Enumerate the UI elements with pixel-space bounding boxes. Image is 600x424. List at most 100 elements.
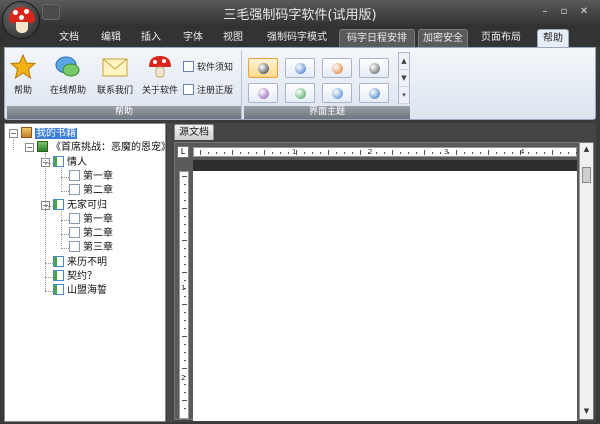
tab-6[interactable]: 强制码字模式: [256, 29, 338, 47]
ribbon-panel: 帮助 在线帮助 联系我们 关于软件 软件须知 注册正版 帮助 ▲ ▼ ▾ 界面主题: [4, 47, 596, 120]
minimize-button[interactable]: –: [537, 6, 553, 18]
tree-node-label: 第二章: [83, 228, 113, 240]
help-button-4[interactable]: 关于软件: [139, 54, 181, 96]
theme-swatch-4[interactable]: [359, 58, 389, 78]
help-button-2[interactable]: 在线帮助: [45, 54, 91, 96]
tree-chapter[interactable]: 第二章: [69, 184, 113, 198]
chat-bubble-icon: [55, 54, 81, 80]
theme-group: ▲ ▼ ▾ 界面主题: [244, 50, 410, 119]
scroll-down-icon: ▼: [399, 70, 409, 87]
register-icon: [183, 84, 194, 95]
gallery-expand-icon: ▾: [399, 87, 409, 104]
tree-node-label: 来历不明: [67, 256, 107, 268]
mushroom-logo-icon: [9, 7, 35, 23]
mushroom-icon: [147, 54, 173, 80]
tree-part-4[interactable]: 契约？: [53, 270, 97, 284]
theme-orb-icon: [332, 63, 343, 74]
ribbon-tab-bar: 文档 编辑 插入 字体 视图 强制码字模式 码字日程安排 加密安全 页面布局 帮助: [0, 28, 600, 47]
collapse-toggle-icon[interactable]: −: [9, 129, 18, 138]
ruler-number: 4: [520, 148, 525, 156]
window-title: 三毛强制码字软件(试用版): [223, 8, 377, 23]
help-group: 帮助 在线帮助 联系我们 关于软件 软件须知 注册正版 帮助: [7, 50, 242, 119]
editor-pane: 源文档 L 1234 12 ▲ ▼: [172, 123, 596, 422]
register-button[interactable]: 注册正版: [183, 83, 233, 99]
theme-swatch-8[interactable]: [359, 83, 389, 103]
help-button-3[interactable]: 联系我们: [93, 54, 137, 96]
scroll-up-arrow-icon[interactable]: ▲: [582, 145, 591, 153]
help-button-label: 关于软件: [141, 86, 178, 96]
theme-orb-icon: [369, 88, 380, 99]
workspace: − 我的书籍 − 《首席挑战：恶魔的恩宠》 − 情人 第一章 第二章 − 无家可归 第一章 第二章 第三…: [4, 121, 596, 424]
notice-icon: [183, 61, 194, 72]
tree-book[interactable]: 《首席挑战：恶魔的恩宠》: [37, 141, 166, 155]
vertical-ruler[interactable]: 12: [179, 171, 189, 419]
theme-swatch-1[interactable]: [248, 58, 278, 78]
theme-swatch-3[interactable]: [322, 58, 352, 78]
ruler-number: 2: [368, 148, 373, 156]
ruler-number: 1: [292, 148, 297, 156]
document-icon: [69, 184, 80, 196]
book-tree[interactable]: − 我的书籍 − 《首席挑战：恶魔的恩宠》 − 情人 第一章 第二章 − 无家可归 第一章 第二章 第三…: [4, 123, 166, 422]
tree-node-label: 无家可归: [67, 199, 107, 211]
theme-swatch-6[interactable]: [285, 83, 315, 103]
theme-swatch-7[interactable]: [322, 83, 352, 103]
tree-part-3[interactable]: 来历不明: [53, 255, 107, 270]
scroll-down-arrow-icon[interactable]: ▼: [582, 407, 591, 415]
tree-node-label: 《首席挑战：恶魔的恩宠》: [51, 142, 166, 154]
tab-7[interactable]: 码字日程安排: [339, 29, 415, 47]
theme-orb-icon: [369, 63, 380, 74]
document-page[interactable]: [193, 171, 577, 421]
ruler-number: 2: [181, 374, 186, 382]
tab-8[interactable]: 加密安全: [418, 29, 468, 47]
document-area: L 1234 12 ▲ ▼: [174, 142, 594, 421]
app-menu-button[interactable]: [2, 1, 40, 39]
tree-node-label: 第一章: [83, 170, 113, 182]
quick-access-toolbar[interactable]: [42, 4, 60, 20]
help-button-label: 联系我们: [96, 86, 133, 96]
tab-1[interactable]: 文档: [52, 29, 86, 47]
theme-orb-icon: [295, 63, 306, 74]
horizontal-ruler[interactable]: 1 2 3 4: [193, 147, 577, 157]
tree-node-label: 山盟海誓: [67, 285, 107, 297]
tab-9[interactable]: 页面布局: [474, 29, 528, 47]
collapse-toggle-icon[interactable]: −: [25, 143, 34, 153]
scroll-up-icon: ▲: [399, 53, 409, 70]
tree-chapter[interactable]: 第一章: [69, 212, 113, 227]
tree-chapter[interactable]: 第二章: [69, 227, 113, 241]
tab-5[interactable]: 视图: [216, 29, 250, 47]
app-window: 三毛强制码字软件(试用版) – ▫ ✕ 文档 编辑 插入 字体 视图 强制码字模式 码字日程…: [0, 0, 600, 424]
tree-node-label: 第二章: [83, 185, 113, 197]
document-icon: [69, 227, 80, 239]
theme-orb-icon: [332, 88, 343, 99]
help-group-label: 帮助: [7, 106, 241, 119]
close-button[interactable]: ✕: [576, 6, 592, 18]
tab-10[interactable]: 帮助: [537, 29, 569, 47]
software-notice-button[interactable]: 软件须知: [183, 60, 233, 76]
tree-node-label: 第三章: [83, 242, 113, 254]
tab-4[interactable]: 字体: [176, 29, 210, 47]
tab-2[interactable]: 编辑: [92, 29, 130, 47]
help-button-1[interactable]: 帮助: [9, 53, 37, 96]
tree-chapter[interactable]: 第三章: [69, 241, 113, 255]
tree-node-label: 第一章: [83, 213, 113, 225]
tree-part-1[interactable]: 情人: [53, 155, 87, 170]
tree-node-label: 契约？: [67, 271, 97, 282]
scroll-thumb[interactable]: [582, 167, 591, 183]
vertical-scrollbar[interactable]: ▲ ▼: [579, 143, 593, 419]
tab-stop-selector[interactable]: L: [177, 146, 189, 158]
tree-part-5[interactable]: 山盟海誓: [53, 284, 107, 298]
theme-swatch-2[interactable]: [285, 58, 315, 78]
theme-orb-icon: [295, 88, 306, 99]
restore-button[interactable]: ▫: [556, 6, 572, 18]
tab-3[interactable]: 插入: [134, 29, 168, 47]
theme-gallery-scroll[interactable]: ▲ ▼ ▾: [398, 52, 410, 104]
tree-node-label: 我的书籍: [35, 128, 77, 139]
tab-source-document[interactable]: 源文档: [174, 124, 214, 140]
theme-swatch-5[interactable]: [248, 83, 278, 103]
theme-group-label: 界面主题: [244, 106, 410, 119]
star-icon: [9, 53, 37, 80]
tree-chapter[interactable]: 第一章: [69, 169, 113, 184]
tree-root[interactable]: 我的书籍: [21, 127, 77, 141]
theme-orb-icon: [258, 63, 269, 74]
chapter-folder-icon: [53, 198, 64, 210]
